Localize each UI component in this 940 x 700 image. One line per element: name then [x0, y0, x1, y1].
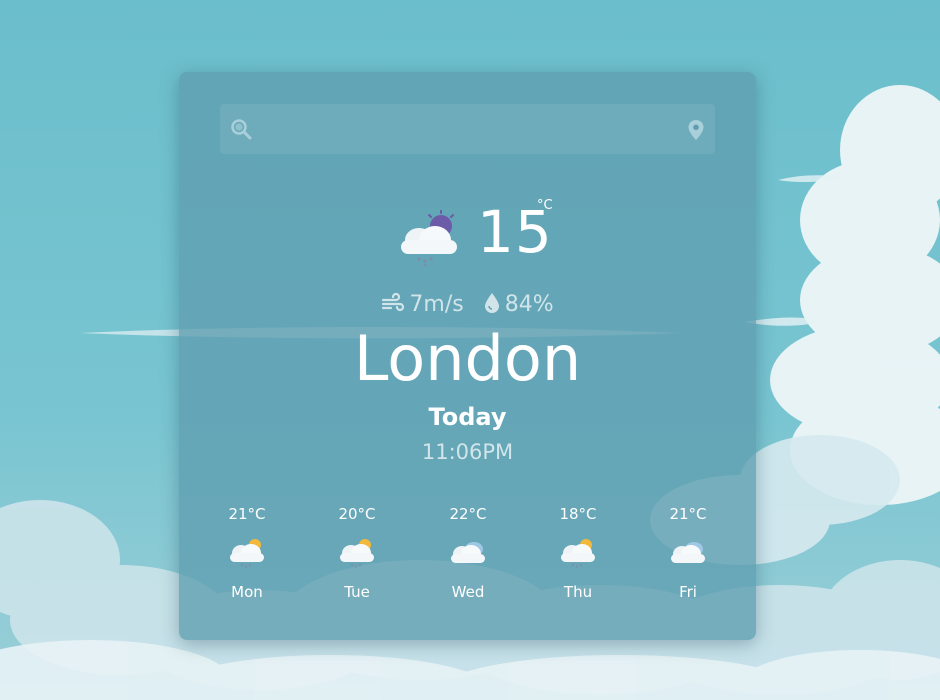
forecast-temp: 22°C — [449, 505, 487, 523]
forecast-temp: 20°C — [338, 505, 376, 523]
forecast-day: 20°C Tue — [312, 504, 402, 602]
location-pin-icon[interactable] — [687, 119, 705, 145]
forecast-day: 21°C Fri — [643, 504, 733, 602]
wind-icon — [382, 292, 405, 312]
cloud-sun-rain-icon — [397, 209, 461, 270]
forecast-temp: 21°C — [228, 505, 266, 523]
weather-card: 15 °C 7m/s 84% London Today 11:06PM 21°C — [179, 72, 756, 640]
forecast-day-name: Mon — [231, 583, 263, 601]
cloudy-icon — [451, 542, 485, 563]
forecast-temp: 21°C — [669, 505, 707, 523]
water-drop-icon — [484, 293, 499, 313]
forecast-day: 18°C Thu — [533, 504, 623, 602]
cloudy-icon — [671, 542, 705, 563]
search-bar[interactable] — [220, 104, 715, 156]
forecast-day-name: Fri — [679, 583, 697, 601]
forecast-strip: 21°C Mon 20°C Tue 22°C Wed 18°C Thu 21°C… — [179, 504, 756, 614]
forecast-day-name: Tue — [344, 583, 370, 601]
current-weather: 15 °C — [179, 198, 756, 280]
wind-metric: 7m/s — [381, 292, 464, 318]
search-icon[interactable] — [230, 118, 252, 144]
cloud-sun-rain-icon — [230, 539, 264, 568]
humidity-value: 84% — [504, 292, 554, 317]
weather-metrics: 7m/s 84% — [179, 292, 756, 318]
cloud-sun-rain-icon — [340, 539, 374, 568]
wind-speed: 7m/s — [409, 292, 464, 317]
forecast-temp: 18°C — [559, 505, 597, 523]
current-time: 11:06PM — [421, 440, 514, 464]
search-input[interactable] — [260, 104, 674, 156]
cloud-sun-rain-icon — [561, 539, 595, 568]
forecast-day: 21°C Mon — [202, 504, 292, 602]
humidity-metric: 84% — [483, 292, 554, 318]
temperature-unit: °C — [537, 198, 553, 213]
city-name: London — [353, 322, 582, 395]
forecast-day-name: Thu — [563, 583, 593, 601]
day-label: Today — [428, 403, 507, 431]
forecast-day: 22°C Wed — [423, 504, 513, 602]
forecast-day-name: Wed — [451, 583, 485, 601]
